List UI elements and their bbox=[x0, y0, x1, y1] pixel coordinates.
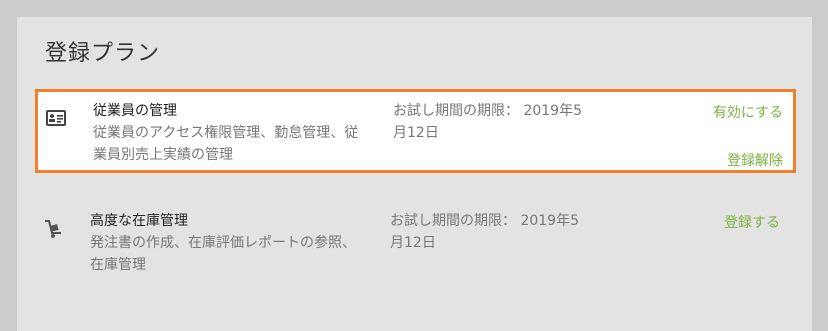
plan-name: 従業員の管理 bbox=[93, 103, 177, 119]
activate-button[interactable]: 有効にする bbox=[713, 102, 783, 122]
subscription-plans-panel: 登録プラン 従業員の管理 従業員のアクセス権限管理、勤怠管理、従業員別売上実績の… bbox=[17, 17, 812, 331]
plan-trial-expiry: お試し期間の期限： 2019年5月12日 bbox=[390, 213, 579, 251]
subscribe-button[interactable]: 登録する bbox=[724, 212, 780, 232]
plan-row-advanced-inventory: 高度な在庫管理 発注書の作成、在庫評価レポートの参照、在庫管理 お試し期間の期限… bbox=[35, 202, 790, 282]
plan-description: 発注書の作成、在庫評価レポートの参照、在庫管理 bbox=[90, 235, 356, 273]
plan-name: 高度な在庫管理 bbox=[90, 213, 188, 229]
panel-title: 登録プラン bbox=[45, 41, 161, 66]
unsubscribe-button[interactable]: 登録解除 bbox=[727, 150, 783, 170]
hand-truck-icon bbox=[43, 219, 63, 238]
plan-row-employee-management: 従業員の管理 従業員のアクセス権限管理、勤怠管理、従業員別売上実績の管理 お試し… bbox=[35, 89, 796, 173]
id-card-icon bbox=[46, 109, 66, 127]
plan-description: 従業員のアクセス権限管理、勤怠管理、従業員別売上実績の管理 bbox=[93, 125, 359, 163]
plan-trial-expiry: お試し期間の期限： 2019年5月12日 bbox=[393, 103, 582, 141]
